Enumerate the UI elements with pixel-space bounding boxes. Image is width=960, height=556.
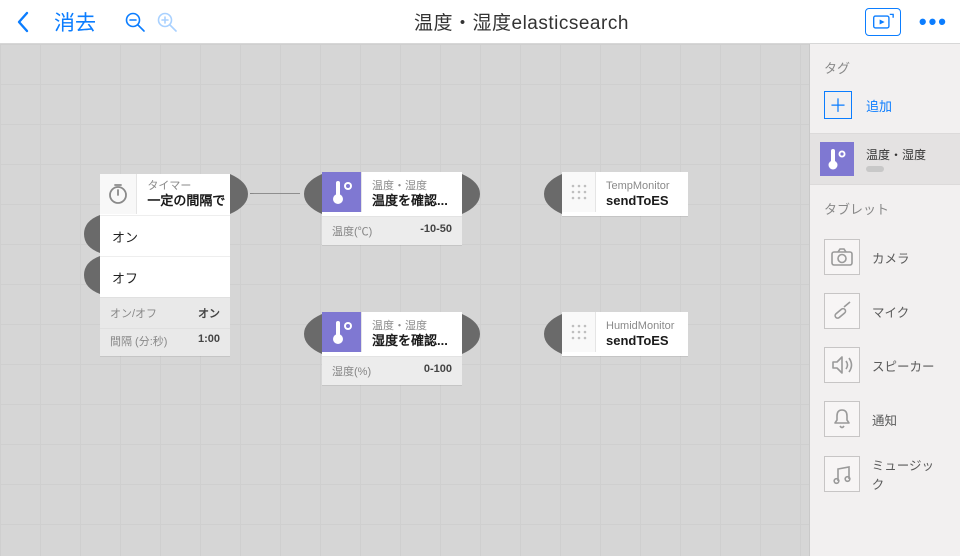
sidebar-item-label: 通知 — [872, 410, 897, 429]
camera-icon — [824, 239, 860, 275]
node-label: sendToES — [606, 193, 670, 209]
sidebar-item-label: ミュージック — [872, 455, 946, 493]
sidebar-tags-title: タグ — [810, 44, 960, 85]
mic-icon — [824, 293, 860, 329]
node-script-humid[interactable]: HumidMonitor sendToES — [562, 312, 688, 356]
back-button[interactable] — [10, 7, 36, 37]
timer-off-row[interactable]: オフ — [100, 256, 230, 297]
temperature-icon — [322, 172, 362, 212]
more-button[interactable]: ••• — [913, 5, 950, 39]
node-label: 湿度を確認... — [372, 333, 452, 349]
sidebar-item-label: カメラ — [872, 248, 910, 267]
input-port[interactable] — [540, 312, 562, 352]
meta-label: 湿度(%) — [332, 363, 371, 379]
plus-icon: ＋ — [824, 91, 852, 119]
content: タイマー 一定の間隔で オン オフ オン/オフ — [0, 44, 960, 556]
sidebar-item-music[interactable]: ミュージック — [820, 446, 950, 502]
flow-canvas[interactable]: タイマー 一定の間隔で オン オフ オン/オフ — [0, 44, 810, 556]
node-temperature[interactable]: 温度・湿度 温度を確認... 温度(℃) -10-50 — [322, 172, 462, 245]
timer-icon — [100, 174, 137, 214]
music-icon — [824, 456, 860, 492]
code-icon — [562, 172, 596, 212]
input-port[interactable] — [300, 172, 322, 212]
node-timer[interactable]: タイマー 一定の間隔で オン オフ オン/オフ — [100, 174, 230, 356]
node-label: 一定の間隔で — [147, 193, 220, 209]
node-category: 温度・湿度 — [372, 320, 452, 333]
input-port-off[interactable] — [82, 256, 100, 294]
sidebar-tag-temperature[interactable]: 温度・湿度 — [810, 133, 960, 185]
sidebar-item-notification[interactable]: 通知 — [820, 392, 950, 446]
node-label: sendToES — [606, 333, 674, 349]
output-port[interactable] — [462, 172, 484, 212]
chevron-left-icon — [16, 11, 30, 33]
meta-value: 1:00 — [198, 333, 220, 349]
wires — [0, 44, 300, 194]
meta-label: 温度(℃) — [332, 223, 372, 239]
timer-interval-meta: 間隔 (分:秒) 1:00 — [100, 328, 230, 356]
sidebar-item-label: スピーカー — [872, 356, 935, 375]
input-port-on[interactable] — [82, 215, 100, 253]
add-tag-button[interactable]: ＋ 追加 — [810, 85, 960, 133]
meta-label: 間隔 (分:秒) — [110, 333, 167, 349]
sidebar-item-mic[interactable]: マイク — [820, 284, 950, 338]
timer-onoff-meta: オン/オフ オン — [100, 297, 230, 328]
node-label: 温度を確認... — [372, 193, 452, 209]
zoom-in-icon — [156, 11, 178, 33]
page-title: 温度・湿度elasticsearch — [186, 8, 857, 35]
sidebar: タグ ＋ 追加 温度・湿度 タブレット カメラ — [810, 44, 960, 556]
timer-on-row[interactable]: オン — [100, 215, 230, 256]
input-port[interactable] — [540, 172, 562, 212]
sidebar-tablet-title: タブレット — [810, 185, 960, 226]
meta-value: -10-50 — [420, 223, 452, 239]
bell-icon — [824, 401, 860, 437]
tag-indicator — [866, 166, 884, 172]
sidebar-tag-label: 温度・湿度 — [866, 146, 926, 163]
meta-label: オン/オフ — [110, 305, 157, 321]
node-script-temp[interactable]: TempMonitor sendToES — [562, 172, 688, 216]
timer-off-label: オフ — [112, 268, 138, 287]
clear-button[interactable]: 消去 — [48, 3, 102, 41]
run-button[interactable] — [865, 8, 901, 36]
input-port[interactable] — [300, 312, 322, 352]
sidebar-item-speaker[interactable]: スピーカー — [820, 338, 950, 392]
node-category: 温度・湿度 — [372, 180, 452, 193]
meta-value: 0-100 — [424, 363, 452, 379]
run-icon — [872, 12, 894, 32]
timer-on-label: オン — [112, 227, 138, 246]
humidity-icon — [322, 312, 362, 352]
temperature-icon — [820, 142, 854, 176]
node-category: HumidMonitor — [606, 320, 674, 333]
output-port[interactable] — [462, 312, 484, 352]
zoom-out-icon — [124, 11, 146, 33]
node-meta: 湿度(%) 0-100 — [322, 356, 462, 385]
output-port[interactable] — [230, 174, 252, 214]
zoom-out-button[interactable] — [124, 11, 146, 33]
app-header: 消去 温度・湿度elasticsearch ••• — [0, 0, 960, 44]
meta-value: オン — [198, 305, 220, 321]
sidebar-tablet-list: カメラ マイク スピーカー 通知 — [810, 226, 960, 506]
sidebar-item-label: マイク — [872, 302, 909, 321]
node-meta: 温度(℃) -10-50 — [322, 216, 462, 245]
zoom-in-button — [156, 11, 178, 33]
node-timer-header: タイマー 一定の間隔で — [100, 174, 230, 215]
node-category: タイマー — [147, 180, 220, 193]
node-humidity[interactable]: 温度・湿度 湿度を確認... 湿度(%) 0-100 — [322, 312, 462, 385]
add-tag-label: 追加 — [866, 96, 892, 115]
zoom-group — [124, 11, 178, 33]
node-category: TempMonitor — [606, 180, 670, 193]
code-icon — [562, 312, 596, 352]
speaker-icon — [824, 347, 860, 383]
sidebar-item-camera[interactable]: カメラ — [820, 230, 950, 284]
